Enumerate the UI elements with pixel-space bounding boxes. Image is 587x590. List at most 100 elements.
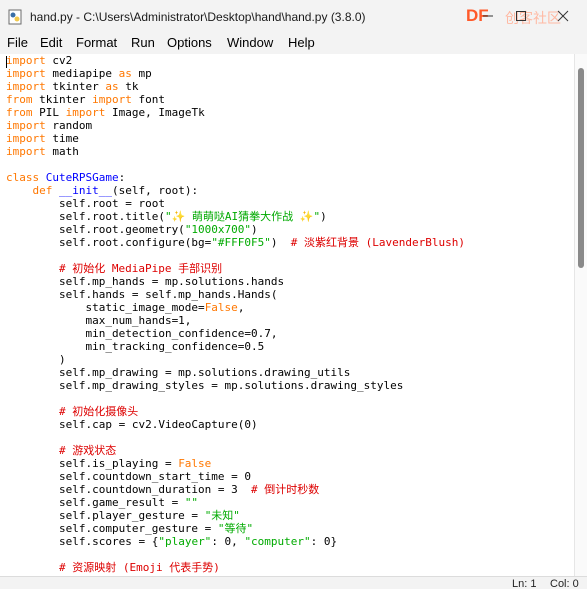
code-token: False bbox=[178, 457, 212, 470]
code-token: static_image_mode= bbox=[6, 301, 205, 314]
code-token: random bbox=[45, 119, 93, 132]
code-token: ) bbox=[320, 210, 327, 223]
code-token: # 淡紫红背景 (LavenderBlush) bbox=[290, 236, 466, 249]
code-token: mediapipe bbox=[45, 67, 119, 80]
code-line: self.cap = cv2.VideoCapture(0) bbox=[6, 418, 465, 431]
code-line: static_image_mode=False, bbox=[6, 301, 465, 314]
code-line: self.computer_gesture = "等待" bbox=[6, 522, 465, 535]
code-line: self.scores = {"player": 0, "computer": … bbox=[6, 535, 465, 548]
code-line: min_detection_confidence=0.7, bbox=[6, 327, 465, 340]
code-line: self.is_playing = False bbox=[6, 457, 465, 470]
code-token: Image, ImageTk bbox=[105, 106, 205, 119]
code-line: self.root.configure(bg="#FFF0F5") # 淡紫红背… bbox=[6, 236, 465, 249]
code-token: self.countdown_duration = 3 bbox=[6, 483, 252, 496]
code-line: ) bbox=[6, 353, 465, 366]
code-line: self.game_result = "" bbox=[6, 496, 465, 509]
code-token: import bbox=[6, 67, 46, 80]
code-token: # 资源映射 (Emoji 代表手势) bbox=[58, 561, 220, 574]
code-token: self.hands = self.mp_hands.Hands( bbox=[6, 288, 278, 301]
code-editor[interactable]: import cv2 import mediapipe as mp import t… bbox=[0, 54, 574, 576]
vertical-scrollbar[interactable] bbox=[574, 54, 587, 576]
menu-edit[interactable]: Edit bbox=[40, 35, 62, 50]
code-token: import bbox=[6, 119, 46, 132]
minimize-icon[interactable] bbox=[481, 9, 495, 23]
code-line: # 游戏状态 bbox=[6, 444, 465, 457]
menu-format[interactable]: Format bbox=[76, 35, 117, 50]
code-token: self.player_gesture = bbox=[6, 509, 205, 522]
code-token: "✨ 萌萌哒AI猜拳大作战 ✨" bbox=[164, 210, 321, 223]
code-token: ) bbox=[6, 353, 66, 366]
code-line: from PIL import Image, ImageTk bbox=[6, 106, 465, 119]
code-line: import mediapipe as mp bbox=[6, 67, 465, 80]
code-token: self.root.title( bbox=[6, 210, 165, 223]
code-line: # 资源映射 (Emoji 代表手势) bbox=[6, 561, 465, 574]
code-token: # 倒计时秒数 bbox=[251, 483, 320, 496]
code-token: CuteRPSGame bbox=[45, 171, 119, 184]
code-token: "" bbox=[184, 496, 199, 509]
menu-help[interactable]: Help bbox=[288, 35, 315, 50]
code-token: "1000x700" bbox=[184, 223, 252, 236]
code-token: : 0} bbox=[310, 535, 338, 548]
code-token: mp bbox=[131, 67, 152, 80]
code-token: __init__ bbox=[59, 184, 112, 197]
code-token: import bbox=[6, 132, 46, 145]
code-token: self.cap = cv2.VideoCapture(0) bbox=[6, 418, 258, 431]
menu-window[interactable]: Window bbox=[227, 35, 273, 50]
code-token: self.root.configure(bg= bbox=[6, 236, 212, 249]
code-token: tkinter bbox=[45, 80, 106, 93]
code-token: # 初始化摄像头 bbox=[58, 405, 139, 418]
code-token: tkinter bbox=[32, 93, 93, 106]
code-token: : 0, bbox=[211, 535, 245, 548]
status-line: Ln: 1 bbox=[512, 578, 537, 590]
code-token: "等待" bbox=[217, 522, 254, 535]
code-token: self.computer_gesture = bbox=[6, 522, 218, 535]
code-token: self.mp_drawing_styles = mp.solutions.dr… bbox=[6, 379, 404, 392]
code-line: self.root = root bbox=[6, 197, 465, 210]
code-line: min_tracking_confidence=0.5 bbox=[6, 340, 465, 353]
code-token: import bbox=[65, 106, 106, 119]
scrollbar-thumb[interactable] bbox=[578, 68, 584, 268]
code-token: import bbox=[6, 145, 46, 158]
code-token: time bbox=[45, 132, 79, 145]
code-token: class bbox=[6, 171, 40, 184]
code-token: import bbox=[6, 54, 46, 67]
code-token: self.scores = { bbox=[6, 535, 159, 548]
code-token: self.root = root bbox=[6, 197, 165, 210]
menu-file[interactable]: File bbox=[7, 35, 28, 50]
code-token: "computer" bbox=[244, 535, 311, 548]
code-line: # 初始化摄像头 bbox=[6, 405, 465, 418]
code-token: "未知" bbox=[204, 509, 240, 522]
text-cursor bbox=[6, 56, 7, 68]
maximize-icon[interactable] bbox=[514, 9, 528, 23]
window-title: hand.py - C:\Users\Administrator\Desktop… bbox=[30, 10, 366, 24]
code-line: # 初始化 MediaPipe 手部识别 bbox=[6, 262, 465, 275]
status-col: Col: 0 bbox=[550, 578, 579, 590]
code-token: : bbox=[118, 171, 126, 184]
code-token: PIL bbox=[32, 106, 66, 119]
code-token: as bbox=[118, 67, 132, 80]
code-token: # 游戏状态 bbox=[58, 444, 117, 457]
code-token: self.countdown_start_time = 0 bbox=[6, 470, 252, 483]
code-line: from tkinter import font bbox=[6, 93, 465, 106]
menu-options[interactable]: Options bbox=[167, 35, 212, 50]
code-line: self.hands = self.mp_hands.Hands( bbox=[6, 288, 465, 301]
status-bar: Ln: 1 Col: 0 bbox=[0, 576, 587, 590]
menu-run[interactable]: Run bbox=[131, 35, 155, 50]
code-token: cv2 bbox=[45, 54, 73, 67]
code-token: from bbox=[6, 93, 33, 106]
code-line: self.player_gesture = "未知" bbox=[6, 509, 465, 522]
code-token: math bbox=[45, 145, 79, 158]
code-line: import random bbox=[6, 119, 465, 132]
code-token: self.game_result = bbox=[6, 496, 185, 509]
code-line: self.countdown_start_time = 0 bbox=[6, 470, 465, 483]
close-icon[interactable] bbox=[556, 9, 570, 23]
